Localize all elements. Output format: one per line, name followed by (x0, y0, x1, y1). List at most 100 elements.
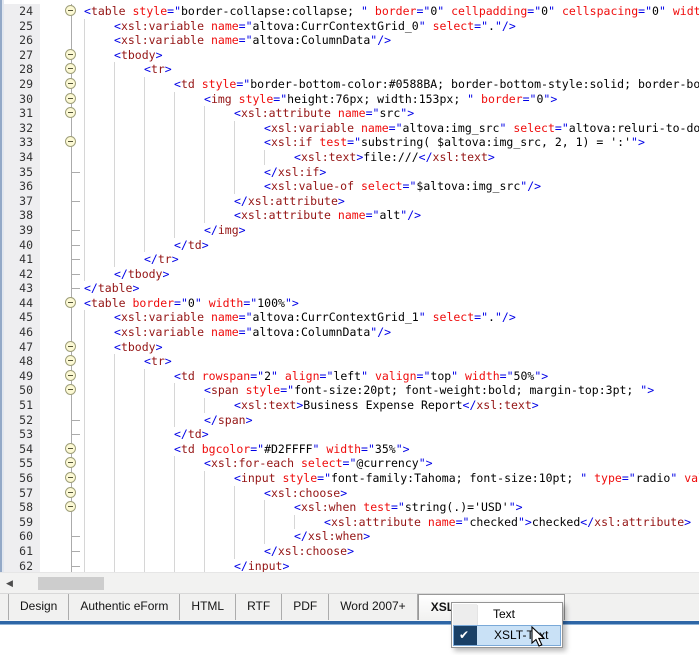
code-text[interactable]: <xsl:choose> (84, 486, 699, 501)
status-divider (0, 620, 699, 626)
fold-collapse-icon[interactable] (65, 136, 76, 147)
code-text[interactable]: <xsl:variable name="altova:CurrContextGr… (84, 19, 699, 34)
code-text[interactable]: <tr> (84, 62, 699, 77)
fold-margin (40, 486, 84, 501)
fold-margin (40, 529, 84, 544)
indent-guide (84, 398, 85, 413)
fold-margin (40, 559, 84, 572)
code-line: 30<img style="height:76px; width:153px; … (4, 92, 699, 107)
code-text[interactable]: <tbody> (84, 340, 699, 355)
code-line: 36 <xsl:value-of select="$altova:img_src"… (4, 179, 699, 194)
code-text[interactable]: <xsl:value-of select="$altova:img_src"/> (84, 179, 699, 194)
fold-collapse-icon[interactable] (65, 341, 76, 352)
fold-collapse-icon[interactable] (65, 384, 76, 395)
xslt-code-editor[interactable]: 24<table style="border-collapse:collapse… (0, 0, 699, 572)
code-text[interactable]: </table> (84, 281, 699, 296)
fold-margin (40, 77, 84, 92)
fold-collapse-icon[interactable] (65, 443, 76, 454)
indent-guide (84, 369, 85, 384)
code-text[interactable]: </xsl:when> (84, 529, 699, 544)
fold-collapse-icon[interactable] (65, 78, 76, 89)
indent-guide (234, 179, 235, 194)
fold-collapse-icon[interactable] (65, 297, 76, 308)
tab-authentic-eform[interactable]: Authentic eForm (69, 594, 180, 620)
code-text[interactable]: <xsl:attribute name="checked">checked</x… (84, 515, 699, 530)
indent-guide (84, 106, 85, 121)
code-text[interactable]: <table style="border-collapse:collapse; … (84, 4, 699, 19)
fold-collapse-icon[interactable] (65, 457, 76, 468)
line-number: 43 (4, 281, 40, 296)
indent-guide (84, 208, 85, 223)
code-text[interactable]: </img> (84, 223, 699, 238)
indent-guide (84, 471, 85, 486)
tab-rtf[interactable]: RTF (236, 594, 282, 620)
code-text[interactable]: <td style="border-bottom-color:#0588BA; … (84, 77, 699, 92)
tab-word-2007[interactable]: Word 2007+ (329, 594, 418, 620)
code-text[interactable]: </span> (84, 413, 699, 428)
code-text[interactable]: <xsl:for-each select="@currency"> (84, 456, 699, 471)
line-number: 33 (4, 135, 40, 150)
line-number: 40 (4, 238, 40, 253)
code-text[interactable]: <input style="font-family:Tahoma; font-s… (84, 471, 699, 486)
code-text[interactable]: </td> (84, 238, 699, 253)
code-text[interactable]: <img style="height:76px; width:153px; " … (84, 92, 699, 107)
indent-guide (204, 106, 205, 121)
code-text[interactable]: <xsl:if test="substring( $altova:img_src… (84, 135, 699, 150)
indent-guide (174, 194, 175, 209)
code-text[interactable]: </xsl:if> (84, 165, 699, 180)
indent-guide (144, 383, 145, 398)
fold-collapse-icon[interactable] (65, 501, 76, 512)
fold-end-tick (71, 566, 80, 567)
fold-collapse-icon[interactable] (65, 487, 76, 498)
code-text[interactable]: <tbody> (84, 48, 699, 63)
fold-collapse-icon[interactable] (65, 355, 76, 366)
indent-guide (84, 48, 85, 63)
code-text[interactable]: <xsl:attribute name="alt"/> (84, 208, 699, 223)
code-text[interactable]: <xsl:attribute name="src"> (84, 106, 699, 121)
line-number: 36 (4, 179, 40, 194)
code-text[interactable]: <tr> (84, 354, 699, 369)
tab-html[interactable]: HTML (180, 594, 236, 620)
code-text[interactable]: <xsl:text>file:///</xsl:text> (84, 150, 699, 165)
fold-collapse-icon[interactable] (65, 49, 76, 60)
code-text[interactable]: <xsl:variable name="altova:ColumnData"/> (84, 325, 699, 340)
tab-pdf[interactable]: PDF (282, 594, 329, 620)
code-text[interactable]: <span style="font-size:20pt; font-weight… (84, 383, 699, 398)
code-text[interactable]: <xsl:text>Business Expense Report</xsl:t… (84, 398, 699, 413)
code-text[interactable]: </xsl:choose> (84, 544, 699, 559)
code-line: 29<td style="border-bottom-color:#0588BA… (4, 77, 699, 92)
indent-guide (204, 398, 205, 413)
code-text[interactable]: </tbody> (84, 267, 699, 282)
code-text[interactable]: </td> (84, 427, 699, 442)
scrollbar-left-arrow-icon[interactable]: ◀ (6, 573, 24, 593)
indent-guide (174, 223, 175, 238)
fold-collapse-icon[interactable] (65, 370, 76, 381)
indent-guide (114, 427, 115, 442)
code-text[interactable]: </tr> (84, 252, 699, 267)
code-text[interactable]: <td bgcolor="#D2FFFF" width="35%"> (84, 442, 699, 457)
horizontal-scrollbar[interactable]: ◀ (0, 572, 699, 593)
code-text[interactable]: <xsl:when test="string(.)='USD'"> (84, 500, 699, 515)
fold-collapse-icon[interactable] (65, 93, 76, 104)
fold-collapse-icon[interactable] (65, 63, 76, 74)
code-line: 62</input> (4, 559, 699, 572)
fold-collapse-icon[interactable] (65, 472, 76, 483)
scrollbar-thumb[interactable] (38, 577, 104, 590)
indent-guide (174, 529, 175, 544)
code-text[interactable]: <xsl:variable name="altova:img_src" sele… (84, 121, 699, 136)
code-text[interactable]: <td rowspan="2" align="left" valign="top… (84, 369, 699, 384)
fold-connector-line (71, 310, 72, 325)
code-text[interactable]: </xsl:attribute> (84, 194, 699, 209)
indent-guide (174, 500, 175, 515)
tab-design[interactable]: Design (8, 594, 69, 620)
code-line: 44<table border="0" width="100%"> (4, 296, 699, 311)
fold-collapse-icon[interactable] (65, 5, 76, 16)
code-text[interactable]: </input> (84, 559, 699, 572)
code-text[interactable]: <table border="0" width="100%"> (84, 296, 699, 311)
code-text[interactable]: <xsl:variable name="altova:ColumnData"/> (84, 33, 699, 48)
fold-end-tick (71, 434, 80, 435)
indent-guide (114, 383, 115, 398)
fold-collapse-icon[interactable] (65, 107, 76, 118)
menu-item-text[interactable]: Text (453, 604, 561, 625)
code-text[interactable]: <xsl:variable name="altova:CurrContextGr… (84, 310, 699, 325)
